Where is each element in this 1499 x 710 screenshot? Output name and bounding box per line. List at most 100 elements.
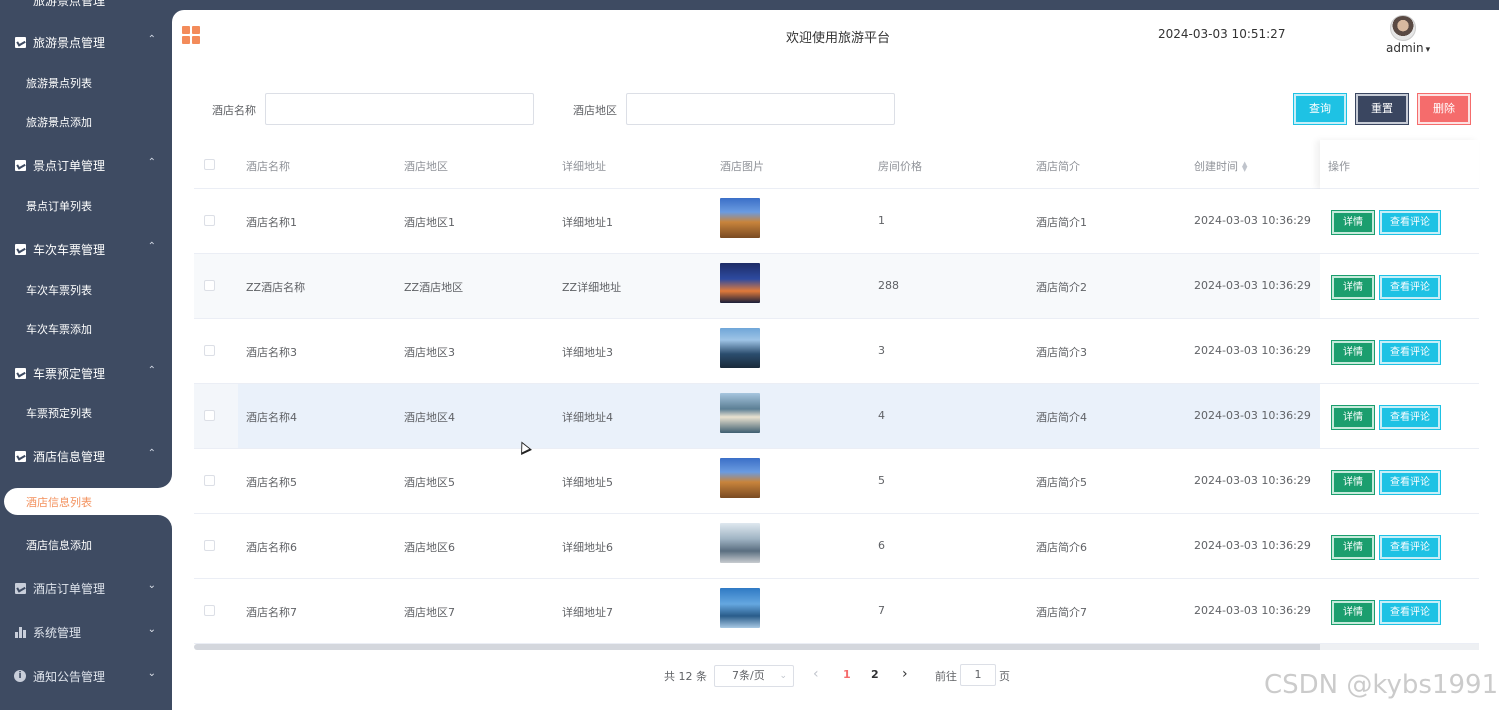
- table-row[interactable]: 酒店名称1 酒店地区1 详细地址1 1 酒店简介1 2024-03-03 10:36:29…: [194, 189, 1479, 254]
- hotel-name-input[interactable]: [265, 93, 534, 125]
- hotel-region-input[interactable]: [626, 93, 895, 125]
- next-page-button[interactable]: ›: [902, 666, 908, 682]
- chart-icon: [15, 159, 26, 171]
- sidebar-group-train-tickets[interactable]: 车次车票管理 ⌃: [0, 229, 172, 269]
- view-reviews-button[interactable]: 查看评论: [1379, 340, 1441, 365]
- row-checkbox[interactable]: [204, 475, 215, 486]
- chevron-down-icon: ⌄: [779, 671, 787, 681]
- prev-page-button[interactable]: ‹: [813, 666, 819, 682]
- sidebar-group-scenic[interactable]: 旅游景点管理 ⌃: [0, 22, 172, 62]
- page-number[interactable]: 2: [871, 668, 879, 681]
- page-number-active[interactable]: 1: [843, 668, 851, 681]
- horizontal-scrollbar[interactable]: [194, 644, 1479, 650]
- query-button[interactable]: 查询: [1293, 93, 1347, 125]
- table-row[interactable]: 酒店名称6 酒店地区6 详细地址6 6 酒店简介6 2024-03-03 10:36:29…: [194, 514, 1479, 579]
- row-checkbox[interactable]: [204, 280, 215, 291]
- sort-icon[interactable]: ▲ ▼: [1242, 161, 1247, 173]
- page-size-select[interactable]: 7条/页 ⌄: [714, 665, 794, 687]
- row-checkbox[interactable]: [204, 605, 215, 616]
- reset-button[interactable]: 重置: [1355, 93, 1409, 125]
- table-row[interactable]: 酒店名称5 酒店地区5 详细地址5 5 酒店简介5 2024-03-03 10:36:29…: [194, 449, 1479, 514]
- row-checkbox[interactable]: [204, 540, 215, 551]
- column-header: 酒店地区: [404, 160, 448, 173]
- delete-button[interactable]: 删除: [1417, 93, 1471, 125]
- sidebar-group-notices[interactable]: i 通知公告管理 ⌄: [0, 656, 172, 696]
- table-row[interactable]: 酒店名称7 酒店地区7 详细地址7 7 酒店简介7 2024-03-03 10:36:29…: [194, 579, 1479, 644]
- cell-address: 详细地址5: [562, 476, 613, 489]
- hotel-image[interactable]: [720, 523, 760, 563]
- hotel-image[interactable]: [720, 198, 760, 238]
- cell-created-time: 2024-03-03 10:36:29: [1194, 214, 1311, 227]
- row-checkbox[interactable]: [204, 215, 215, 226]
- column-header-sortable[interactable]: 创建时间 ▲ ▼: [1194, 158, 1247, 174]
- detail-button[interactable]: 详情: [1331, 210, 1375, 235]
- view-reviews-button[interactable]: 查看评论: [1379, 405, 1441, 430]
- row-checkbox[interactable]: [204, 410, 215, 421]
- detail-button[interactable]: 详情: [1331, 275, 1375, 300]
- sidebar-item-hotel-info-list[interactable]: 酒店信息列表: [4, 488, 172, 515]
- hotel-image[interactable]: [720, 588, 760, 628]
- chevron-up-icon: ⌃: [147, 365, 156, 376]
- hotel-table: 酒店名称 酒店地区 详细地址 酒店图片 房间价格 酒店简介 创建时间 ▲ ▼ 操作 …: [194, 140, 1479, 650]
- cell-intro: 酒店简介3: [1036, 346, 1087, 359]
- view-reviews-button[interactable]: 查看评论: [1379, 275, 1441, 300]
- ops-cell: 详情 查看评论: [1320, 384, 1479, 449]
- cell-hotel-name: 酒店名称4: [246, 411, 297, 424]
- view-reviews-button[interactable]: 查看评论: [1379, 470, 1441, 495]
- cell-hotel-region: 酒店地区6: [404, 541, 455, 554]
- sidebar-group-hotel-orders[interactable]: 酒店订单管理 ⌄: [0, 568, 172, 608]
- cell-hotel-region: ZZ酒店地区: [404, 281, 464, 294]
- table-row[interactable]: 酒店名称3 酒店地区3 详细地址3 3 酒店简介3 2024-03-03 10:36:29…: [194, 319, 1479, 384]
- cell-hotel-name: 酒店名称3: [246, 346, 297, 359]
- goto-page-input[interactable]: 1: [960, 664, 996, 686]
- ops-cell: 详情 查看评论: [1320, 449, 1479, 514]
- select-all-checkbox[interactable]: [204, 159, 215, 170]
- menu-grid-icon[interactable]: [182, 26, 200, 44]
- avatar[interactable]: [1390, 15, 1416, 41]
- view-reviews-button[interactable]: 查看评论: [1379, 600, 1441, 625]
- cell-hotel-name: 酒店名称1: [246, 216, 297, 229]
- sidebar-item-scenic-order-list[interactable]: 景点订单列表: [26, 195, 92, 219]
- sidebar-group-ticket-booking[interactable]: 车票预定管理 ⌃: [0, 353, 172, 393]
- table-row[interactable]: 酒店名称4 酒店地区4 详细地址4 4 酒店简介4 2024-03-03 10:36:29…: [194, 384, 1479, 449]
- page-suffix: 页: [999, 670, 1010, 683]
- detail-button[interactable]: 详情: [1331, 470, 1375, 495]
- detail-button[interactable]: 详情: [1331, 600, 1375, 625]
- cell-hotel-name: ZZ酒店名称: [246, 281, 306, 294]
- detail-button[interactable]: 详情: [1331, 405, 1375, 430]
- sidebar-group-label: 通知公告管理: [33, 669, 106, 684]
- chevron-up-icon: ⌃: [147, 448, 156, 459]
- sidebar-item-scenic-list[interactable]: 旅游景点列表: [26, 72, 92, 96]
- cell-created-time: 2024-03-03 10:36:29: [1194, 344, 1311, 357]
- row-checkbox[interactable]: [204, 345, 215, 356]
- sidebar-item-hotel-info-add[interactable]: 酒店信息添加: [26, 534, 92, 558]
- detail-button[interactable]: 详情: [1331, 340, 1375, 365]
- cell-room-price: 1: [878, 214, 885, 227]
- main-panel: 欢迎使用旅游平台 2024-03-03 10:51:27 admin ▾ 酒店名称…: [172, 10, 1499, 710]
- table-row[interactable]: ZZ酒店名称 ZZ酒店地区 ZZ详细地址 288 酒店简介2 2024-03-03 10:…: [194, 254, 1479, 319]
- cell-address: 详细地址4: [562, 411, 613, 424]
- hotel-image[interactable]: [720, 393, 760, 433]
- sidebar-item-train-ticket-list[interactable]: 车次车票列表: [26, 279, 92, 303]
- sidebar-group-hotel-info[interactable]: 酒店信息管理 ⌃: [0, 436, 172, 476]
- sidebar-group-system[interactable]: 系统管理 ⌄: [0, 612, 172, 652]
- cell-hotel-name: 酒店名称5: [246, 476, 297, 489]
- detail-button[interactable]: 详情: [1331, 535, 1375, 560]
- user-menu[interactable]: admin ▾: [1386, 41, 1430, 55]
- hotel-image[interactable]: [720, 328, 760, 368]
- ops-cell: 详情 查看评论: [1320, 189, 1479, 254]
- cell-address: 详细地址3: [562, 346, 613, 359]
- row-hover-highlight: [238, 384, 1320, 448]
- cell-hotel-region: 酒店地区5: [404, 476, 455, 489]
- hotel-image[interactable]: [720, 263, 760, 303]
- cell-hotel-name: 酒店名称7: [246, 606, 297, 619]
- sidebar-item-scenic-add[interactable]: 旅游景点添加: [26, 111, 92, 135]
- sidebar-item-ticket-booking-list[interactable]: 车票预定列表: [26, 402, 92, 426]
- sidebar-top-partial: 旅游景点管理: [0, 0, 172, 10]
- watermark: CSDN @kybs1991: [1264, 670, 1499, 700]
- view-reviews-button[interactable]: 查看评论: [1379, 210, 1441, 235]
- sidebar-group-scenic-orders[interactable]: 景点订单管理 ⌃: [0, 145, 172, 185]
- view-reviews-button[interactable]: 查看评论: [1379, 535, 1441, 560]
- hotel-image[interactable]: [720, 458, 760, 498]
- sidebar-item-train-ticket-add[interactable]: 车次车票添加: [26, 318, 92, 342]
